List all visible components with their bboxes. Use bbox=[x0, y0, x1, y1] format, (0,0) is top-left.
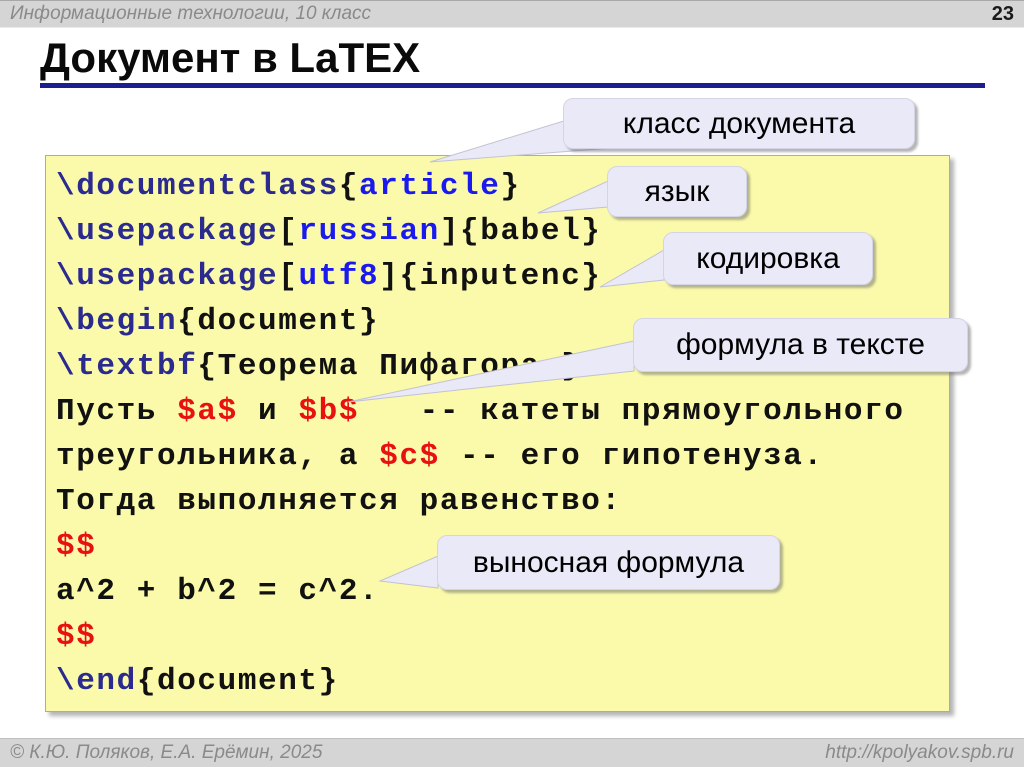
code-line: \end{document} bbox=[56, 659, 905, 704]
callout-inline-formula: формула в тексте bbox=[633, 318, 968, 372]
header-bar: Информационные технологии, 10 класс 23 bbox=[0, 0, 1024, 28]
slide-title: Документ в LaTEX bbox=[40, 34, 420, 82]
code-line: Пусть $a$ и $b$ -- катеты прямоугольного bbox=[56, 389, 905, 434]
callout-language: язык bbox=[607, 166, 747, 217]
code-line: треугольника, а $c$ -- его гипотенуза. bbox=[56, 434, 905, 479]
callout-encoding: кодировка bbox=[663, 232, 873, 285]
callout-label: язык bbox=[645, 175, 710, 209]
callout-label: класс документа bbox=[623, 107, 855, 141]
title-underline bbox=[40, 83, 985, 88]
course-title: Информационные технологии, 10 класс bbox=[10, 3, 371, 25]
callout-label: кодировка bbox=[696, 242, 840, 276]
footer-website: http://kpolyakov.spb.ru bbox=[825, 742, 1014, 764]
page-number: 23 bbox=[992, 3, 1014, 26]
callout-label: выносная формула bbox=[473, 546, 744, 580]
code-line: \documentclass{article} bbox=[56, 164, 905, 209]
presentation-slide: Информационные технологии, 10 класс 23 Д… bbox=[0, 0, 1024, 767]
code-line: $$ bbox=[56, 614, 905, 659]
callout-display-formula: выносная формула bbox=[437, 535, 780, 590]
footer-bar: © К.Ю. Поляков, Е.А. Ерёмин, 2025 http:/… bbox=[0, 738, 1024, 767]
footer-copyright: © К.Ю. Поляков, Е.А. Ерёмин, 2025 bbox=[10, 742, 322, 764]
code-line: Тогда выполняется равенство: bbox=[56, 479, 905, 524]
callout-document-class: класс документа bbox=[563, 98, 915, 149]
callout-label: формула в тексте bbox=[676, 328, 925, 362]
